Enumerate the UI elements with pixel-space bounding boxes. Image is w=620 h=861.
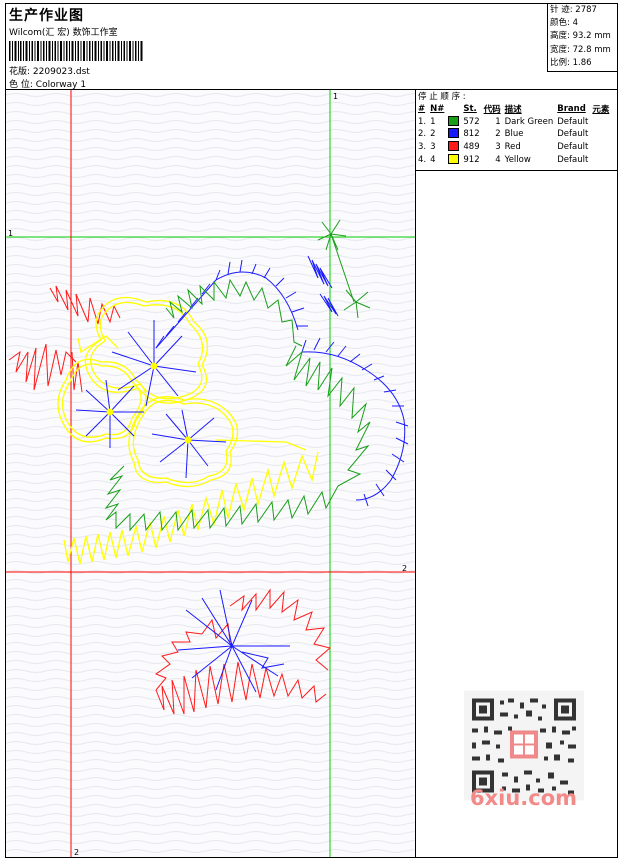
design-canvas: 1 1 2 2 <box>6 90 415 857</box>
col-header: 代码 <box>483 105 501 116</box>
page-title: 生产作业图 <box>9 8 84 24</box>
stat-stitches: 针 迹: 2787 <box>550 5 597 15</box>
stat-width: 宽度: 72.8 mm <box>550 44 611 55</box>
stop-sequence-table: 停 止 顺 序 : # N# St. 代码 描述 Brand 元素 1. 1 57… <box>416 90 617 171</box>
col-header: 描述 <box>504 105 522 116</box>
colorway: 色 位: Colorway 1 <box>9 80 87 90</box>
stats-panel: 针 迹: 2787 颜色: 4 高度: 93.2 mm 宽度: 72.8 mm … <box>547 4 617 72</box>
table-header-row: # N# St. 代码 描述 Brand 元素 <box>416 103 611 116</box>
stat-colors: 颜色: 4 <box>550 18 579 29</box>
stop-table: # N# St. 代码 描述 Brand 元素 1. 1 572 1 Dark Gr… <box>416 103 611 166</box>
stat-height: 高度: 93.2 mm <box>550 31 611 42</box>
company-name: Wilcom(汇 宏) 数饰工作室 <box>9 28 118 38</box>
col-header: Brand <box>557 104 586 115</box>
guide-label-v2: 2 <box>74 848 79 857</box>
file-label: 花版 <box>9 67 28 77</box>
stat-scale: 比例: 1.86 <box>550 57 592 68</box>
guide-label-h2: 2 <box>402 564 407 573</box>
file-value: 2209023.dst <box>32 67 90 77</box>
col-header: # <box>418 104 426 115</box>
table-row: 3. 3 489 3 Red Default <box>418 141 589 153</box>
color-swatch <box>448 153 460 164</box>
header: 生产作业图 Wilcom(汇 宏) 数饰工作室 花版: 2209023.dst … <box>6 4 617 90</box>
color-swatch <box>448 141 460 152</box>
guide-label-h1: 1 <box>8 229 13 238</box>
barcode <box>9 41 143 61</box>
colorway-label: 色 位 <box>9 80 30 90</box>
col-header: 元素 <box>592 105 610 116</box>
col-header <box>446 103 461 116</box>
col-header: N# <box>430 104 445 115</box>
file-name: 花版: 2209023.dst <box>9 67 90 77</box>
color-swatch <box>448 128 460 139</box>
color-swatch <box>448 115 460 126</box>
table-row: 1. 1 572 1 Dark Green Default <box>418 115 589 127</box>
colorway-value: Colorway 1 <box>35 80 87 90</box>
table-row: 4. 4 912 4 Yellow Default <box>418 153 589 165</box>
col-header: St. <box>463 104 477 115</box>
embroidery-preview: 1 1 2 2 <box>6 90 416 857</box>
watermark-text: 6xiu.com <box>470 786 578 810</box>
table-row: 2. 2 812 2 Blue Default <box>418 128 589 140</box>
guide-label-v1: 1 <box>333 92 338 101</box>
stop-sequence-caption: 停 止 顺 序 : <box>418 92 466 102</box>
